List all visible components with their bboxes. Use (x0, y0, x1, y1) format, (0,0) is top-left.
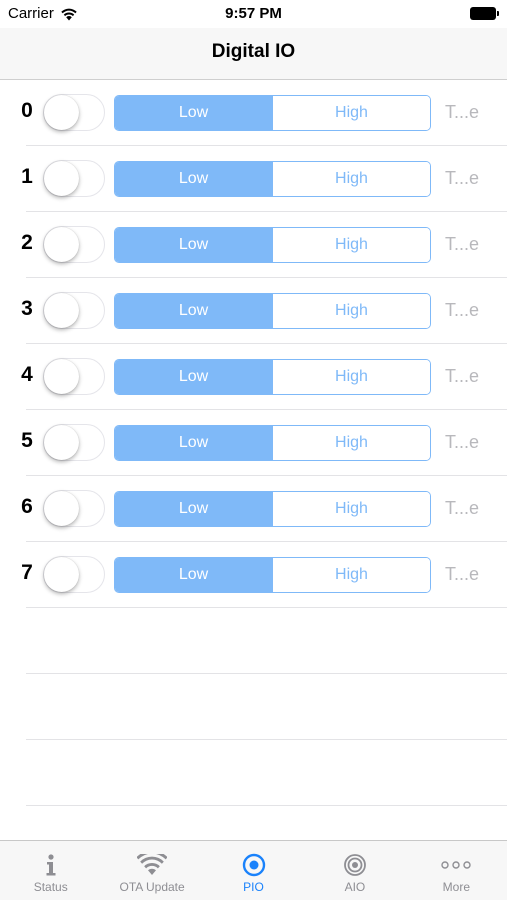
segment-high[interactable]: High (272, 492, 430, 526)
level-segmented-control: Low High (114, 425, 431, 461)
pin-number: 6 (21, 495, 33, 518)
level-segmented-control: Low High (114, 557, 431, 593)
segment-low[interactable]: Low (115, 426, 272, 460)
tab-more-label: More (442, 880, 470, 894)
switch-knob (44, 161, 79, 196)
segment-low[interactable]: Low (115, 294, 272, 328)
empty-list-row (0, 674, 507, 740)
segment-low[interactable]: Low (115, 558, 272, 592)
segment-low[interactable]: Low (115, 360, 272, 394)
pin-number: 2 (21, 231, 33, 254)
tab-more[interactable]: More (406, 841, 507, 900)
segment-low[interactable]: Low (115, 228, 272, 262)
switch-knob (44, 95, 79, 130)
tab-aio-label: AIO (344, 880, 366, 894)
pin-toggle-switch[interactable] (43, 94, 105, 131)
pin-toggle-switch[interactable] (43, 424, 105, 461)
pin-toggle-switch[interactable] (43, 556, 105, 593)
pin-name-label: T...e (445, 102, 480, 122)
switch-knob (44, 359, 79, 394)
pin-name-label: T...e (445, 498, 480, 518)
io-row: 6 Low High T...e (0, 476, 507, 542)
digital-io-list: 0 Low High T...e 1 Low High T...e 2 Low High T...e 3… (0, 80, 507, 806)
tab-bar: Status OTA Update PIO AIO More (0, 840, 507, 900)
segment-high[interactable]: High (272, 360, 430, 394)
switch-knob (44, 557, 79, 592)
pin-toggle-switch[interactable] (43, 292, 105, 329)
pin-name-label: T...e (445, 366, 480, 386)
level-segmented-control: Low High (114, 491, 431, 527)
segment-high[interactable]: High (272, 96, 430, 130)
pin-name-label: T...e (445, 168, 480, 188)
segment-low[interactable]: Low (115, 96, 272, 130)
page-title: Digital IO (211, 41, 296, 62)
navigation-bar: Digital IO (0, 28, 507, 80)
level-segmented-control: Low High (114, 359, 431, 395)
pin-number: 0 (21, 99, 33, 122)
io-row: 0 Low High T...e (0, 80, 507, 146)
level-segmented-control: Low High (114, 293, 431, 329)
segment-low[interactable]: Low (115, 162, 272, 196)
level-segmented-control: Low High (114, 227, 431, 263)
tab-aio[interactable]: AIO (304, 841, 405, 900)
pin-number: 7 (21, 561, 33, 584)
info-icon (36, 851, 66, 879)
tab-status[interactable]: Status (0, 841, 101, 900)
tab-ota-update[interactable]: OTA Update (101, 841, 202, 900)
pin-number: 4 (21, 363, 33, 386)
pin-name-label: T...e (445, 564, 480, 584)
more-icon (441, 851, 472, 879)
pin-toggle-switch[interactable] (43, 358, 105, 395)
pin-number: 1 (21, 165, 33, 188)
empty-list-row (0, 608, 507, 674)
segment-high[interactable]: High (272, 558, 430, 592)
tab-pio-label: PIO (243, 880, 264, 894)
io-row: 3 Low High T...e (0, 278, 507, 344)
wifi-icon (137, 851, 168, 879)
segment-low[interactable]: Low (115, 492, 272, 526)
tab-pio[interactable]: PIO (203, 841, 304, 900)
segment-high[interactable]: High (272, 294, 430, 328)
empty-list-row (0, 740, 507, 806)
tab-status-label: Status (33, 880, 68, 894)
level-segmented-control: Low High (114, 161, 431, 197)
pin-name-label: T...e (445, 300, 480, 320)
pin-name-label: T...e (445, 432, 480, 452)
io-row: 4 Low High T...e (0, 344, 507, 410)
switch-knob (44, 293, 79, 328)
switch-knob (44, 227, 79, 262)
status-bar: Carrier 9:57 PM (0, 0, 507, 28)
pin-name-label: T...e (445, 234, 480, 254)
switch-knob (44, 425, 79, 460)
io-row: 2 Low High T...e (0, 212, 507, 278)
segment-high[interactable]: High (272, 162, 430, 196)
segment-high[interactable]: High (272, 426, 430, 460)
switch-knob (44, 491, 79, 526)
tab-ota-update-label: OTA Update (119, 880, 185, 894)
pin-toggle-switch[interactable] (43, 490, 105, 527)
io-row: 7 Low High T...e (0, 542, 507, 608)
segment-high[interactable]: High (272, 228, 430, 262)
battery-icon (470, 7, 499, 20)
aio-icon (340, 851, 370, 879)
pin-toggle-switch[interactable] (43, 160, 105, 197)
io-row: 1 Low High T...e (0, 146, 507, 212)
pin-toggle-switch[interactable] (43, 226, 105, 263)
pin-number: 3 (21, 297, 33, 320)
io-row: 5 Low High T...e (0, 410, 507, 476)
pio-icon (239, 851, 269, 879)
level-segmented-control: Low High (114, 95, 431, 131)
pin-number: 5 (21, 429, 33, 452)
status-time: 9:57 PM (225, 5, 282, 22)
